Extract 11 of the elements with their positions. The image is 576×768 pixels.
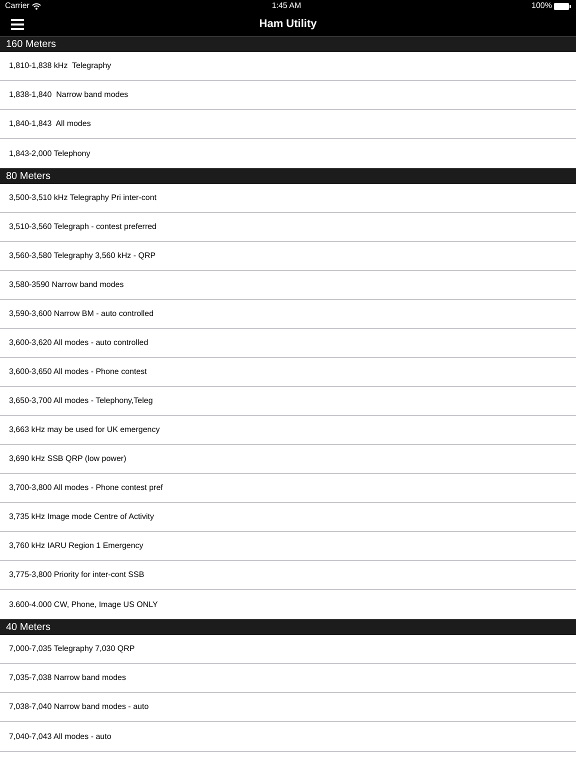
wifi-icon bbox=[32, 2, 42, 10]
menu-icon bbox=[10, 18, 24, 30]
section-header: 40 Meters bbox=[0, 619, 576, 635]
battery-label: 100% bbox=[532, 0, 552, 12]
section-header: 80 Meters bbox=[0, 168, 576, 184]
nav-title: Ham Utility bbox=[259, 16, 317, 32]
section-header: 160 Meters bbox=[0, 36, 576, 52]
carrier-label: Carrier bbox=[5, 0, 30, 12]
battery-icon bbox=[554, 2, 571, 10]
time-label: 1:45 AM bbox=[272, 0, 302, 12]
menu-button[interactable] bbox=[10, 17, 24, 31]
